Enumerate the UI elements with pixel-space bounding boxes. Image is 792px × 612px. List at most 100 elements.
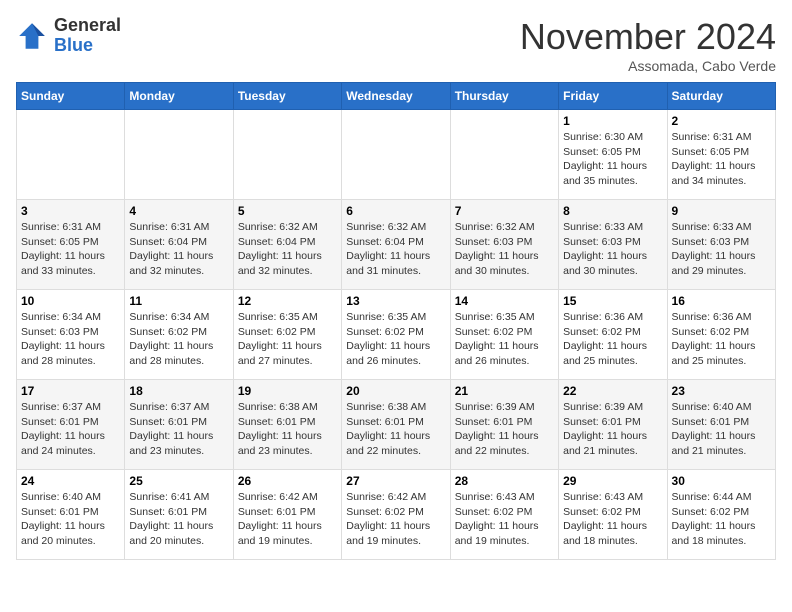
day-info: Sunrise: 6:42 AM Sunset: 6:01 PM Dayligh… xyxy=(238,490,337,549)
page-header: General Blue November 2024 Assomada, Cab… xyxy=(16,16,776,74)
calendar-cell: 30 Sunrise: 6:44 AM Sunset: 6:02 PM Dayli… xyxy=(667,470,775,560)
day-number: 13 xyxy=(346,294,445,308)
calendar-table: SundayMondayTuesdayWednesdayThursdayFrid… xyxy=(16,82,776,560)
day-info: Sunrise: 6:43 AM Sunset: 6:02 PM Dayligh… xyxy=(455,490,554,549)
calendar-cell: 25Sunrise: 6:41 AM Sunset: 6:01 PM Dayli… xyxy=(125,470,233,560)
calendar-cell: 5 Sunrise: 6:32 AM Sunset: 6:04 PM Daylig… xyxy=(233,200,341,290)
calendar-cell: 11 Sunrise: 6:34 AM Sunset: 6:02 PM Dayli… xyxy=(125,290,233,380)
calendar-cell: 22 Sunrise: 6:39 AM Sunset: 6:01 PM Dayli… xyxy=(559,380,667,470)
day-number: 22 xyxy=(563,384,662,398)
day-number: 14 xyxy=(455,294,554,308)
calendar-header-row: SundayMondayTuesdayWednesdayThursdayFrid… xyxy=(17,83,776,110)
calendar-cell: 21Sunrise: 6:39 AM Sunset: 6:01 PM Dayli… xyxy=(450,380,558,470)
day-info: Sunrise: 6:36 AM Sunset: 6:02 PM Dayligh… xyxy=(672,310,771,369)
calendar-cell: 2 Sunrise: 6:31 AM Sunset: 6:05 PM Daylig… xyxy=(667,110,775,200)
calendar-cell: 27Sunrise: 6:42 AM Sunset: 6:02 PM Dayli… xyxy=(342,470,450,560)
calendar-cell: 14Sunrise: 6:35 AM Sunset: 6:02 PM Dayli… xyxy=(450,290,558,380)
calendar-week-row: 3 Sunrise: 6:31 AM Sunset: 6:05 PM Daylig… xyxy=(17,200,776,290)
day-info: Sunrise: 6:30 AM Sunset: 6:05 PM Dayligh… xyxy=(563,130,662,189)
calendar-cell: 13 Sunrise: 6:35 AM Sunset: 6:02 PM Dayli… xyxy=(342,290,450,380)
day-number: 18 xyxy=(129,384,228,398)
calendar-cell: 12 Sunrise: 6:35 AM Sunset: 6:02 PM Dayli… xyxy=(233,290,341,380)
calendar-cell: 26 Sunrise: 6:42 AM Sunset: 6:01 PM Dayli… xyxy=(233,470,341,560)
day-number: 28 xyxy=(455,474,554,488)
day-info: Sunrise: 6:35 AM Sunset: 6:02 PM Dayligh… xyxy=(238,310,337,369)
day-info: Sunrise: 6:32 AM Sunset: 6:04 PM Dayligh… xyxy=(238,220,337,279)
calendar-week-row: 10 Sunrise: 6:34 AM Sunset: 6:03 PM Dayli… xyxy=(17,290,776,380)
day-info: Sunrise: 6:43 AM Sunset: 6:02 PM Dayligh… xyxy=(563,490,662,549)
location-subtitle: Assomada, Cabo Verde xyxy=(520,58,776,74)
logo-icon xyxy=(16,20,48,52)
day-info: Sunrise: 6:39 AM Sunset: 6:01 PM Dayligh… xyxy=(563,400,662,459)
day-number: 10 xyxy=(21,294,120,308)
day-of-week-header: Monday xyxy=(125,83,233,110)
day-info: Sunrise: 6:34 AM Sunset: 6:02 PM Dayligh… xyxy=(129,310,228,369)
calendar-cell: 8 Sunrise: 6:33 AM Sunset: 6:03 PM Daylig… xyxy=(559,200,667,290)
day-number: 15 xyxy=(563,294,662,308)
calendar-cell xyxy=(233,110,341,200)
title-block: November 2024 Assomada, Cabo Verde xyxy=(520,16,776,74)
calendar-cell: 6 Sunrise: 6:32 AM Sunset: 6:04 PM Daylig… xyxy=(342,200,450,290)
day-number: 17 xyxy=(21,384,120,398)
day-number: 6 xyxy=(346,204,445,218)
day-info: Sunrise: 6:31 AM Sunset: 6:05 PM Dayligh… xyxy=(672,130,771,189)
day-number: 24 xyxy=(21,474,120,488)
day-number: 7 xyxy=(455,204,554,218)
calendar-cell xyxy=(450,110,558,200)
calendar-cell: 16Sunrise: 6:36 AM Sunset: 6:02 PM Dayli… xyxy=(667,290,775,380)
day-number: 9 xyxy=(672,204,771,218)
day-info: Sunrise: 6:32 AM Sunset: 6:03 PM Dayligh… xyxy=(455,220,554,279)
day-info: Sunrise: 6:38 AM Sunset: 6:01 PM Dayligh… xyxy=(238,400,337,459)
calendar-cell: 9 Sunrise: 6:33 AM Sunset: 6:03 PM Daylig… xyxy=(667,200,775,290)
day-of-week-header: Friday xyxy=(559,83,667,110)
day-info: Sunrise: 6:41 AM Sunset: 6:01 PM Dayligh… xyxy=(129,490,228,549)
day-info: Sunrise: 6:36 AM Sunset: 6:02 PM Dayligh… xyxy=(563,310,662,369)
calendar-cell: 1 Sunrise: 6:30 AM Sunset: 6:05 PM Daylig… xyxy=(559,110,667,200)
day-of-week-header: Sunday xyxy=(17,83,125,110)
day-info: Sunrise: 6:35 AM Sunset: 6:02 PM Dayligh… xyxy=(346,310,445,369)
day-number: 1 xyxy=(563,114,662,128)
calendar-cell xyxy=(342,110,450,200)
calendar-cell: 10 Sunrise: 6:34 AM Sunset: 6:03 PM Dayli… xyxy=(17,290,125,380)
day-number: 5 xyxy=(238,204,337,218)
day-info: Sunrise: 6:37 AM Sunset: 6:01 PM Dayligh… xyxy=(21,400,120,459)
day-number: 11 xyxy=(129,294,228,308)
day-number: 19 xyxy=(238,384,337,398)
calendar-week-row: 17 Sunrise: 6:37 AM Sunset: 6:01 PM Dayli… xyxy=(17,380,776,470)
day-info: Sunrise: 6:33 AM Sunset: 6:03 PM Dayligh… xyxy=(563,220,662,279)
day-number: 26 xyxy=(238,474,337,488)
calendar-week-row: 24Sunrise: 6:40 AM Sunset: 6:01 PM Dayli… xyxy=(17,470,776,560)
calendar-cell: 18 Sunrise: 6:37 AM Sunset: 6:01 PM Dayli… xyxy=(125,380,233,470)
day-number: 23 xyxy=(672,384,771,398)
day-number: 27 xyxy=(346,474,445,488)
day-number: 29 xyxy=(563,474,662,488)
calendar-cell: 23Sunrise: 6:40 AM Sunset: 6:01 PM Dayli… xyxy=(667,380,775,470)
calendar-cell: 4Sunrise: 6:31 AM Sunset: 6:04 PM Daylig… xyxy=(125,200,233,290)
day-number: 21 xyxy=(455,384,554,398)
day-info: Sunrise: 6:33 AM Sunset: 6:03 PM Dayligh… xyxy=(672,220,771,279)
calendar-week-row: 1 Sunrise: 6:30 AM Sunset: 6:05 PM Daylig… xyxy=(17,110,776,200)
day-info: Sunrise: 6:31 AM Sunset: 6:04 PM Dayligh… xyxy=(129,220,228,279)
day-info: Sunrise: 6:34 AM Sunset: 6:03 PM Dayligh… xyxy=(21,310,120,369)
calendar-cell: 29 Sunrise: 6:43 AM Sunset: 6:02 PM Dayli… xyxy=(559,470,667,560)
calendar-cell: 19 Sunrise: 6:38 AM Sunset: 6:01 PM Dayli… xyxy=(233,380,341,470)
calendar-cell xyxy=(125,110,233,200)
day-info: Sunrise: 6:38 AM Sunset: 6:01 PM Dayligh… xyxy=(346,400,445,459)
day-number: 12 xyxy=(238,294,337,308)
day-of-week-header: Thursday xyxy=(450,83,558,110)
day-number: 30 xyxy=(672,474,771,488)
calendar-cell: 17 Sunrise: 6:37 AM Sunset: 6:01 PM Dayli… xyxy=(17,380,125,470)
day-number: 20 xyxy=(346,384,445,398)
day-of-week-header: Tuesday xyxy=(233,83,341,110)
day-info: Sunrise: 6:37 AM Sunset: 6:01 PM Dayligh… xyxy=(129,400,228,459)
day-number: 3 xyxy=(21,204,120,218)
day-info: Sunrise: 6:44 AM Sunset: 6:02 PM Dayligh… xyxy=(672,490,771,549)
day-info: Sunrise: 6:31 AM Sunset: 6:05 PM Dayligh… xyxy=(21,220,120,279)
calendar-cell: 15 Sunrise: 6:36 AM Sunset: 6:02 PM Dayli… xyxy=(559,290,667,380)
day-number: 8 xyxy=(563,204,662,218)
day-of-week-header: Wednesday xyxy=(342,83,450,110)
day-info: Sunrise: 6:32 AM Sunset: 6:04 PM Dayligh… xyxy=(346,220,445,279)
day-number: 2 xyxy=(672,114,771,128)
logo-text: General Blue xyxy=(54,16,121,56)
day-of-week-header: Saturday xyxy=(667,83,775,110)
